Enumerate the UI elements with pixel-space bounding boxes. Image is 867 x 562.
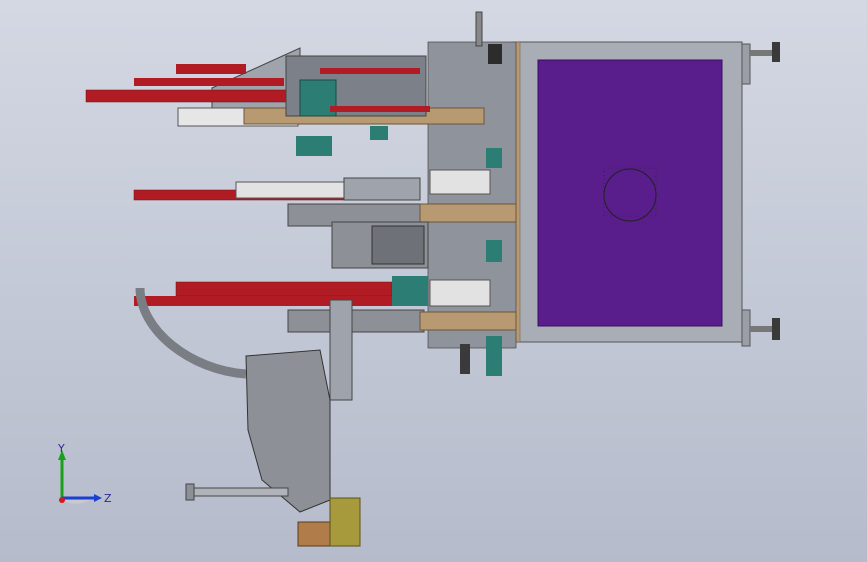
z-axis-arrow (94, 494, 102, 502)
purple-panel (537, 59, 723, 327)
top-module (85, 47, 485, 156)
x-axis-dot (59, 497, 65, 503)
cabinet-frame (511, 41, 780, 347)
assembly-model[interactable] (0, 0, 867, 562)
y-axis-label: Y (57, 442, 65, 455)
z-axis-label: Z (104, 492, 112, 505)
lower-module (134, 276, 517, 333)
axis-triad: Y Z (57, 442, 112, 505)
cad-viewport[interactable]: Y Z (0, 0, 867, 562)
